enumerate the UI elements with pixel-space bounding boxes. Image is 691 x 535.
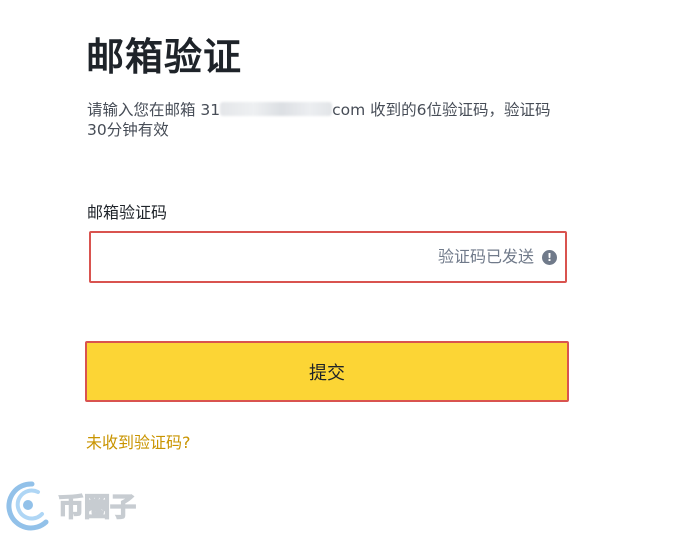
page-title: 邮箱验证 [86,35,243,79]
verification-code-field[interactable]: 验证码已发送 ! [89,231,567,283]
submit-button[interactable]: 提交 [85,341,569,402]
instruction-text: 请输入您在邮箱 31 com 收到的6位验证码，验证码30分钟有效 [87,100,562,140]
code-sent-status: 验证码已发送 [437,247,534,266]
watermark-logo: 币圈子 [6,481,137,531]
email-verification-page: 邮箱验证 请输入您在邮箱 31 com 收到的6位验证码，验证码30分钟有效 邮箱… [0,0,691,535]
watermark-logo-icon [6,481,49,531]
verification-code-input[interactable] [99,241,399,273]
watermark-text: 币圈子 [58,493,136,523]
resend-code-link[interactable]: 未收到验证码? [86,432,191,454]
info-icon[interactable]: ! [542,249,557,265]
masked-email [220,102,333,116]
instruction-prefix: 请输入您在邮箱 31 [87,101,221,119]
verification-code-label: 邮箱验证码 [87,203,168,222]
